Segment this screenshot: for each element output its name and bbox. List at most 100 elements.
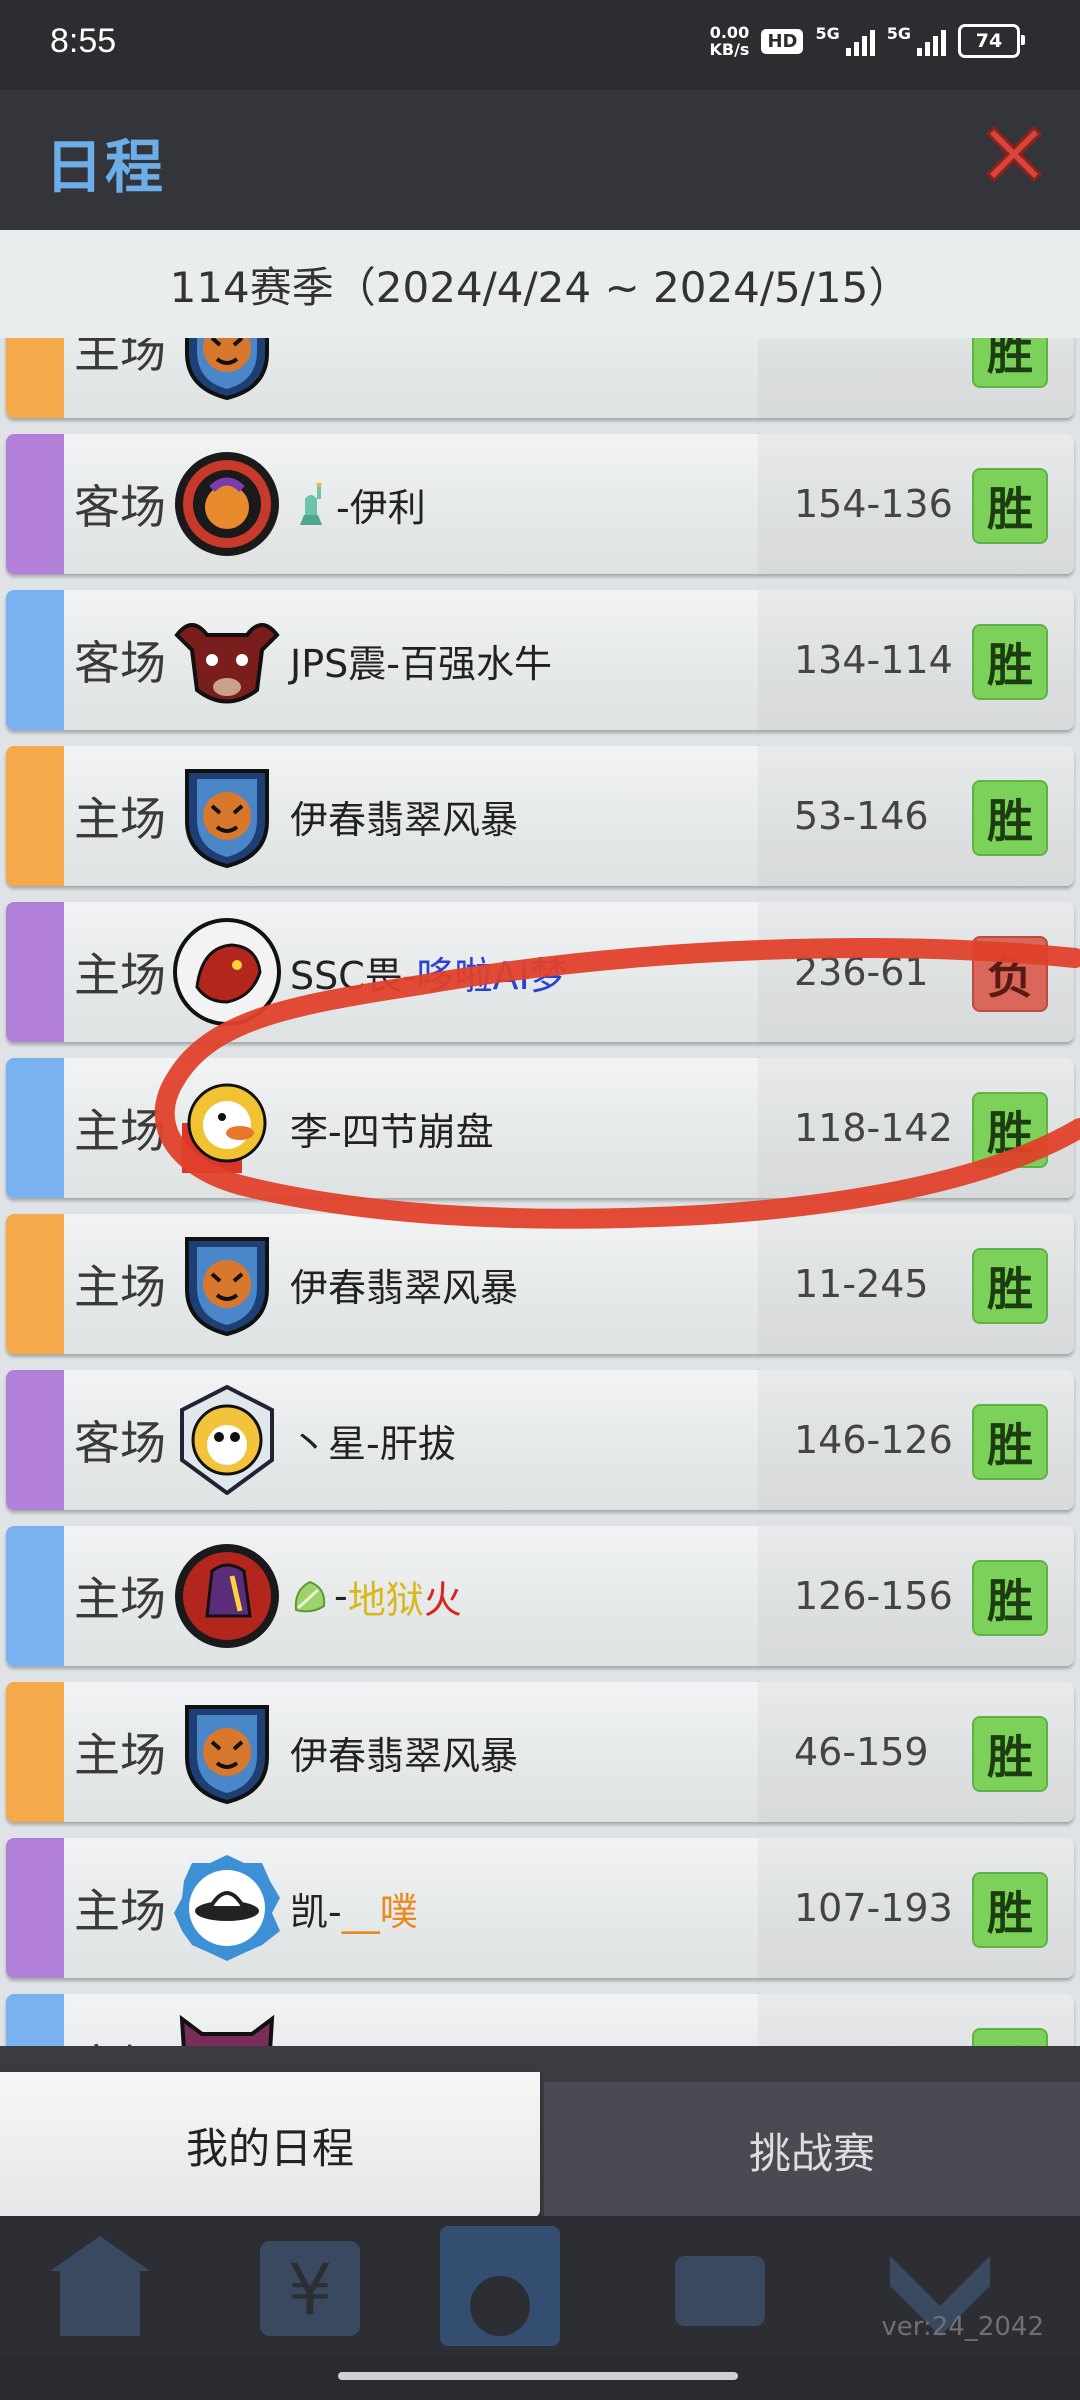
spartan-logo[interactable] <box>172 1541 282 1651</box>
row-color-stripe <box>6 590 64 730</box>
team-name[interactable]: 伊春翡翠风暴 <box>290 1682 518 1822</box>
row-color-stripe <box>6 1682 64 1822</box>
match-score: 107-193 <box>794 1886 953 1930</box>
venue-label: 客场 <box>74 480 166 534</box>
match-score: 11-245 <box>794 1262 929 1306</box>
match-score: 146-126 <box>794 1418 953 1462</box>
row-color-stripe <box>6 338 64 418</box>
team-name[interactable]: 李-四节崩盘 <box>290 1058 494 1198</box>
game-bottom-nav: ¥ ver:24_2042 <box>0 2216 1080 2356</box>
win-badge: 胜 <box>972 1248 1048 1324</box>
venue-label: 客场 <box>74 1994 166 2046</box>
status-time: 8:55 <box>50 22 117 60</box>
row-color-stripe <box>6 746 64 886</box>
dragon-logo[interactable] <box>172 917 282 1027</box>
match-row[interactable]: 主场 SSC畏- 哆啦AI梦 236-61 负 <box>6 902 1074 1042</box>
team-name[interactable]: JPS震-百强水牛 <box>290 590 552 730</box>
venue-label: 主场 <box>74 1884 166 1938</box>
tab-my-schedule[interactable]: 我的日程 <box>0 2072 540 2218</box>
match-row[interactable]: 主场 - 地狱火 126-156 胜 <box>6 1526 1074 1666</box>
match-row[interactable]: 主场 伊春翡翠风暴 53-146 胜 <box>6 746 1074 886</box>
status-icons: 0.00 KB/s HD 5G 5G 74 <box>709 23 1025 59</box>
row-color-stripe <box>6 1994 64 2046</box>
scroll-icon <box>675 2256 765 2326</box>
page-title: 日程 <box>45 133 166 201</box>
match-score: 236-61 <box>794 950 929 994</box>
match-score: 134-114 <box>794 638 953 682</box>
win-badge: 胜 <box>972 2028 1048 2046</box>
venue-label: 主场 <box>74 1728 166 1782</box>
match-score: 46-159 <box>794 1730 929 1774</box>
close-icon[interactable] <box>978 118 1050 190</box>
win-badge: 胜 <box>972 1716 1048 1792</box>
tiger-logo[interactable] <box>172 1697 282 1807</box>
win-badge: 胜 <box>972 1560 1048 1636</box>
match-row[interactable]: 客场 丶星-肝拔 146-126 胜 <box>6 1370 1074 1510</box>
status-bar: 8:55 0.00 KB/s HD 5G 5G 74 <box>0 0 1080 90</box>
duck-logo[interactable] <box>172 1073 282 1183</box>
venue-label: 主场 <box>74 1572 166 1626</box>
match-row[interactable]: 主场 胜 <box>6 338 1074 418</box>
win-badge: 胜 <box>972 780 1048 856</box>
win-badge: 胜 <box>972 468 1048 544</box>
row-color-stripe <box>6 1214 64 1354</box>
team-name[interactable]: - 地狱火 <box>290 1526 462 1666</box>
row-color-stripe <box>6 434 64 574</box>
season-header: 114赛季（2024/4/24 ~ 2024/5/15） <box>0 230 1080 340</box>
team-name[interactable]: -伊利 <box>290 434 426 574</box>
panda-logo[interactable] <box>172 1384 282 1496</box>
home-indicator[interactable] <box>338 2372 738 2380</box>
win-badge: 胜 <box>972 1092 1048 1168</box>
venue-label: 客场 <box>74 1416 166 1470</box>
match-row[interactable]: 主场 伊春翡翠风暴 46-159 胜 <box>6 1682 1074 1822</box>
team-name[interactable]: 凯- __噗 <box>290 1838 418 1978</box>
venue-label: 主场 <box>74 948 166 1002</box>
win-badge: 胜 <box>972 1872 1048 1948</box>
tiger-logo[interactable] <box>172 338 282 403</box>
version-label: ver:24_2042 <box>881 2312 1044 2342</box>
match-score: 53-146 <box>794 794 929 838</box>
match-row[interactable]: 客场 SSC山-北方北方北 169-146 胜 <box>6 1994 1074 2046</box>
match-score: 169-146 <box>794 1994 953 2046</box>
ufo-logo[interactable] <box>172 1853 282 1963</box>
team-name[interactable]: SSC山-北方北方北 <box>290 1994 607 2047</box>
pumpkin-gear-logo[interactable] <box>172 449 282 559</box>
match-row[interactable]: 主场 李-四节崩盘 118-142 胜 <box>6 1058 1074 1198</box>
win-badge: 胜 <box>972 1404 1048 1480</box>
win-badge: 胜 <box>972 624 1048 700</box>
bull-logo[interactable] <box>172 605 282 715</box>
match-row[interactable]: 客场 JPS震-百强水牛 134-114 胜 <box>6 590 1074 730</box>
venue-label: 主场 <box>74 792 166 846</box>
title-bar: 日程 <box>0 90 1080 230</box>
tiger-logo[interactable] <box>172 761 282 871</box>
tiger-logo[interactable] <box>172 1229 282 1339</box>
tab-challenge[interactable]: 挑战赛 <box>544 2082 1080 2218</box>
lettuce-icon <box>294 1580 326 1613</box>
hd-voice-icon: HD <box>761 28 804 54</box>
statue-of-liberty-icon <box>300 483 322 525</box>
battery-icon: 74 <box>958 24 1025 58</box>
building-icon <box>50 2236 150 2336</box>
row-color-stripe <box>6 1058 64 1198</box>
row-color-stripe <box>6 1526 64 1666</box>
match-row[interactable]: 主场 伊春翡翠风暴 11-245 胜 <box>6 1214 1074 1354</box>
team-name[interactable]: 伊春翡翠风暴 <box>290 746 518 886</box>
team-name[interactable]: 丶星-肝拔 <box>290 1370 456 1510</box>
venue-label: 主场 <box>74 1104 166 1158</box>
match-list[interactable]: 主场胜客场 -伊利 154-136 胜客场 JPS震-百强水牛 134-114 胜主场 伊春翡… <box>0 338 1080 2046</box>
arena-icon <box>440 2226 560 2346</box>
venue-label: 主场 <box>74 1260 166 1314</box>
match-row[interactable]: 客场 -伊利 154-136 胜 <box>6 434 1074 574</box>
loss-badge: 负 <box>972 936 1048 1012</box>
match-score: 154-136 <box>794 482 953 526</box>
team-name[interactable]: SSC畏- 哆啦AI梦 <box>290 902 568 1042</box>
match-row[interactable]: 主场 凯- __噗 107-193 胜 <box>6 1838 1074 1978</box>
team-name[interactable]: 伊春翡翠风暴 <box>290 1214 518 1354</box>
match-score: 126-156 <box>794 1574 953 1618</box>
network-speed: 0.00 KB/s <box>709 23 750 59</box>
yen-icon: ¥ <box>260 2241 360 2336</box>
venue-label: 客场 <box>74 636 166 690</box>
match-score: 118-142 <box>794 1106 953 1150</box>
row-color-stripe <box>6 1370 64 1510</box>
owl-logo[interactable] <box>172 2009 282 2046</box>
